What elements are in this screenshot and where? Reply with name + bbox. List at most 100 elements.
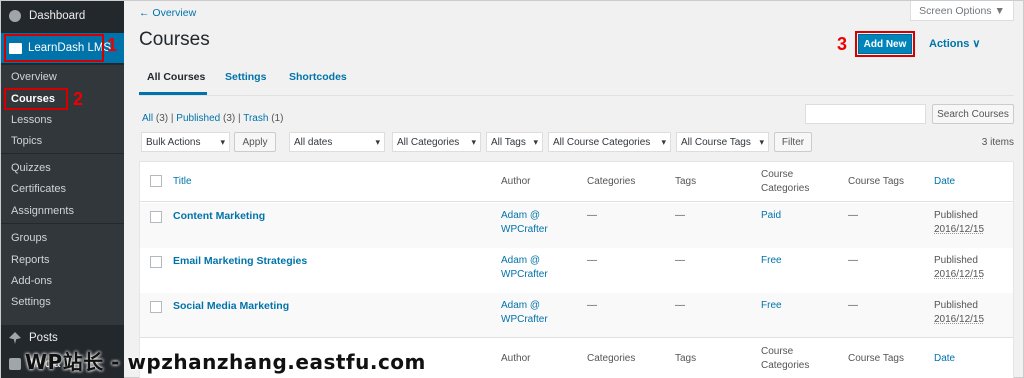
tab-shortcodes[interactable]: Shortcodes — [289, 71, 347, 83]
publish-date: 2016/12/15 — [934, 314, 985, 325]
course-tags-select[interactable]: All Course Tags — [676, 132, 769, 152]
main-content: ← Overview Screen Options ▼ Courses 3 Ad… — [124, 1, 1024, 378]
submenu-quizzes[interactable]: Quizzes — [11, 162, 51, 174]
tab-divider — [139, 95, 1014, 96]
tab-settings[interactable]: Settings — [225, 71, 266, 83]
highlight-box-courses — [4, 88, 68, 110]
row-checkbox[interactable] — [150, 256, 162, 268]
author-link[interactable]: Adam @ — [501, 254, 540, 268]
column-header-date[interactable]: Date — [934, 175, 955, 189]
screen-options-button[interactable]: Screen Options ▼ — [910, 1, 1014, 21]
status-filter-links: All (3) | Published (3) | Trash (1) — [142, 113, 284, 124]
filter-published-link[interactable]: Published — [176, 113, 220, 124]
submenu-separator — [1, 223, 124, 224]
table-row: Content Marketing Adam @ WPCrafter — — P… — [140, 203, 1013, 248]
items-count: 3 items — [981, 137, 1014, 148]
filter-published-count: (3) — [223, 113, 236, 124]
sidebar-item-label: Posts — [29, 332, 58, 344]
submenu-separator — [1, 153, 124, 154]
tags-value: — — [675, 255, 685, 266]
submenu-reports[interactable]: Reports — [11, 254, 50, 266]
row-checkbox[interactable] — [150, 211, 162, 223]
tags-value: — — [675, 300, 685, 311]
filter-trash-count: (1) — [271, 113, 284, 124]
dates-select[interactable]: All dates — [289, 132, 385, 152]
course-title-link[interactable]: Content Marketing — [173, 209, 265, 223]
apply-button[interactable]: Apply — [234, 132, 276, 152]
admin-sidebar: Dashboard LearnDash LMS 1 Overview Cours… — [1, 1, 124, 378]
highlight-box-learndash — [4, 34, 104, 62]
actions-dropdown[interactable]: Actions ∨ — [929, 37, 980, 50]
publish-date: 2016/12/15 — [934, 269, 985, 280]
column-footer-tags: Tags — [675, 353, 697, 364]
annotation-number-3: 3 — [837, 34, 848, 54]
author-link[interactable]: Adam @ — [501, 299, 540, 313]
bulk-actions-select[interactable]: Bulk Actions — [141, 132, 230, 152]
tags-value: — — [675, 210, 685, 221]
search-input[interactable] — [805, 104, 926, 124]
filter-button[interactable]: Filter — [774, 132, 812, 152]
dashboard-icon — [9, 10, 21, 22]
author-link[interactable]: Adam @ — [501, 209, 540, 223]
watermark-text: WP站长 - wpzhanzhang.eastfu.com — [25, 350, 426, 374]
column-footer-date[interactable]: Date — [934, 352, 955, 366]
column-footer-author: Author — [501, 353, 531, 364]
media-icon — [9, 358, 21, 370]
post-status: Published — [934, 210, 978, 221]
table-row: Social Media Marketing Adam @ WPCrafter … — [140, 293, 1013, 338]
categories-value: — — [587, 255, 597, 266]
highlight-box-add-new — [855, 31, 915, 57]
course-category-link[interactable]: Free — [761, 299, 782, 313]
categories-select[interactable]: All Categories — [392, 132, 481, 152]
admin-frame: Dashboard LearnDash LMS 1 Overview Cours… — [0, 0, 1024, 378]
submenu-settings[interactable]: Settings — [11, 296, 51, 308]
overview-link[interactable]: ← Overview — [139, 7, 196, 19]
filter-trash-link[interactable]: Trash — [243, 113, 268, 124]
submenu-overview[interactable]: Overview — [11, 71, 57, 83]
filter-all-link[interactable]: All — [142, 113, 153, 124]
course-title-link[interactable]: Social Media Marketing — [173, 299, 289, 313]
author-link[interactable]: WPCrafter — [501, 268, 548, 282]
column-header-title[interactable]: Title — [173, 175, 192, 189]
column-header-course-categories: Course Categories — [761, 169, 810, 194]
select-all-checkbox[interactable] — [150, 175, 162, 187]
tab-all-courses[interactable]: All Courses — [147, 71, 205, 83]
table-header-row: Title Author Categories Tags Course Cate… — [140, 162, 1013, 202]
search-courses-button[interactable]: Search Courses — [932, 104, 1014, 124]
table-row: Email Marketing Strategies Adam @ WPCraf… — [140, 248, 1013, 293]
author-link[interactable]: WPCrafter — [501, 313, 548, 327]
annotation-number-2: 2 — [73, 89, 84, 109]
column-footer-course-categories: Course Categories — [761, 346, 810, 371]
course-category-link[interactable]: Free — [761, 254, 782, 268]
course-tags-value: — — [848, 255, 858, 266]
sidebar-item-label: Dashboard — [29, 10, 86, 22]
submenu-certificates[interactable]: Certificates — [11, 183, 66, 195]
column-header-author: Author — [501, 176, 531, 187]
pin-icon — [9, 332, 21, 344]
submenu-add-ons[interactable]: Add-ons — [11, 275, 52, 287]
post-status: Published — [934, 255, 978, 266]
categories-value: — — [587, 300, 597, 311]
course-tags-value: — — [848, 300, 858, 311]
column-header-categories: Categories — [587, 176, 636, 187]
course-tags-value: — — [848, 210, 858, 221]
tags-select[interactable]: All Tags — [486, 132, 543, 152]
row-checkbox[interactable] — [150, 301, 162, 313]
publish-date: 2016/12/15 — [934, 224, 985, 235]
column-header-course-tags: Course Tags — [848, 176, 904, 187]
submenu-topics[interactable]: Topics — [11, 135, 42, 147]
submenu-groups[interactable]: Groups — [11, 232, 47, 244]
submenu-assignments[interactable]: Assignments — [11, 205, 74, 217]
author-link[interactable]: WPCrafter — [501, 223, 548, 237]
sidebar-item-dashboard[interactable]: Dashboard — [1, 1, 124, 31]
course-tabs: All Courses Settings Shortcodes — [139, 61, 1014, 96]
page-title: Courses — [139, 29, 210, 50]
submenu-lessons[interactable]: Lessons — [11, 114, 52, 126]
column-header-tags: Tags — [675, 176, 697, 187]
annotation-number-1: 1 — [107, 35, 118, 55]
course-categories-select[interactable]: All Course Categories — [548, 132, 671, 152]
sidebar-item-posts[interactable]: Posts — [9, 332, 58, 344]
course-category-link[interactable]: Paid — [761, 209, 781, 223]
course-title-link[interactable]: Email Marketing Strategies — [173, 254, 307, 268]
column-footer-course-tags: Course Tags — [848, 353, 904, 364]
